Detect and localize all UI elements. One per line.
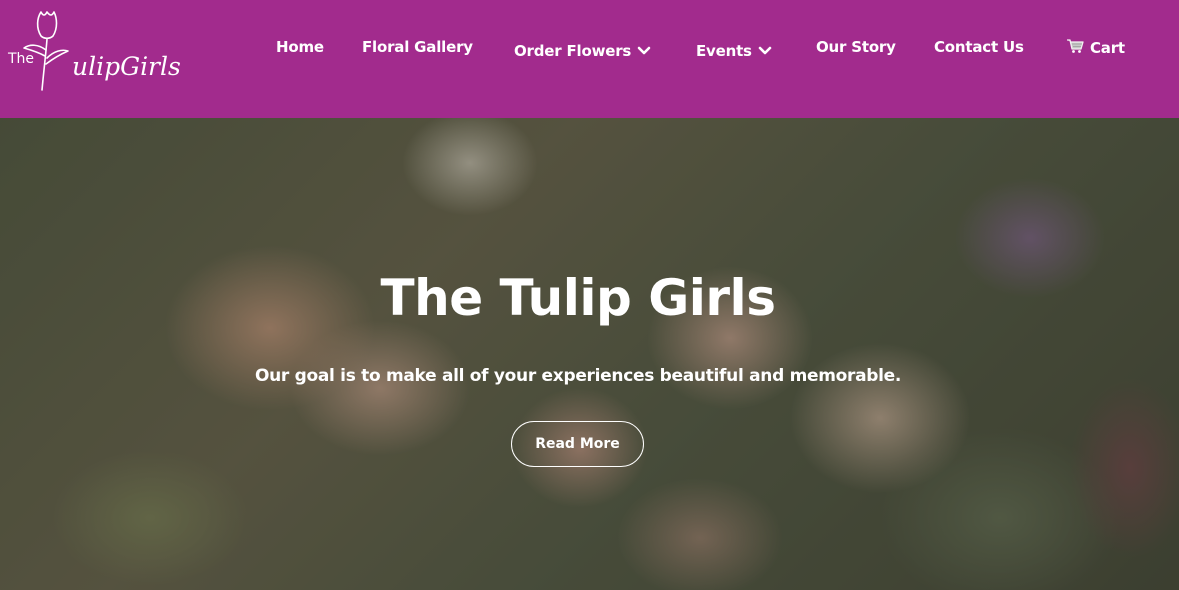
hero-banner: The Tulip Girls Our goal is to make all … bbox=[0, 118, 1179, 590]
nav-events[interactable]: Events bbox=[696, 42, 772, 60]
nav-cart[interactable]: Cart bbox=[1066, 38, 1125, 58]
nav-floral-gallery[interactable]: Floral Gallery bbox=[362, 38, 473, 56]
shopping-cart-icon bbox=[1066, 38, 1085, 58]
nav-contact-us[interactable]: Contact Us bbox=[934, 38, 1024, 56]
logo-text-big: ulipGirls bbox=[72, 52, 181, 81]
nav-home[interactable]: Home bbox=[276, 38, 324, 56]
chevron-down-icon bbox=[758, 42, 772, 60]
nav-floral-gallery-label: Floral Gallery bbox=[362, 38, 473, 56]
nav-order-flowers[interactable]: Order Flowers bbox=[514, 42, 651, 60]
chevron-down-icon bbox=[637, 42, 651, 60]
nav-cart-label: Cart bbox=[1090, 39, 1125, 57]
site-header: The ulipGirls Home Floral Gallery Order … bbox=[0, 0, 1179, 118]
logo-text-small: The bbox=[8, 51, 35, 67]
nav-our-story[interactable]: Our Story bbox=[816, 38, 896, 56]
read-more-button[interactable]: Read More bbox=[511, 421, 644, 467]
nav-contact-us-label: Contact Us bbox=[934, 38, 1024, 56]
nav-order-flowers-label: Order Flowers bbox=[514, 42, 632, 60]
nav-our-story-label: Our Story bbox=[816, 38, 896, 56]
site-logo[interactable]: The ulipGirls bbox=[6, 8, 181, 92]
nav-events-label: Events bbox=[696, 42, 752, 60]
hero-overlay bbox=[0, 118, 1179, 590]
nav-home-label: Home bbox=[276, 38, 324, 56]
hero-subtitle: Our goal is to make all of your experien… bbox=[254, 366, 902, 386]
hero-title: The Tulip Girls bbox=[380, 269, 776, 327]
